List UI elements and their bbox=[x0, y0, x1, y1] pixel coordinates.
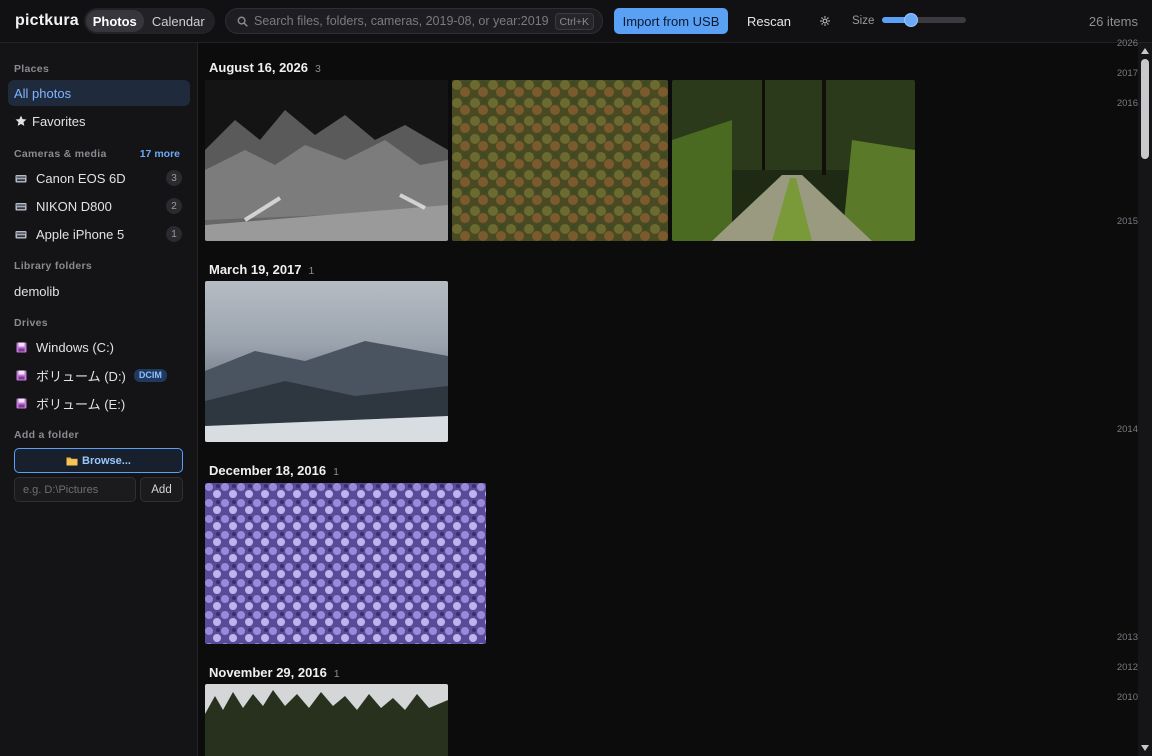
sidebar-item-label: NIKON D800 bbox=[36, 198, 112, 214]
photo-pine-treeline-image bbox=[205, 684, 448, 756]
items-count: 26 items bbox=[1088, 14, 1138, 29]
photo-thumbnail[interactable] bbox=[672, 80, 915, 241]
sidebar-item-drive-d[interactable]: ボリューム (D:) DCIM bbox=[8, 362, 190, 388]
size-slider-thumb[interactable] bbox=[904, 13, 919, 27]
timeline-year[interactable]: 2016 bbox=[1117, 98, 1138, 109]
drive-icon bbox=[14, 340, 28, 354]
search-icon bbox=[236, 15, 248, 27]
app-logo: pictkura bbox=[15, 12, 79, 29]
day-group-count: 1 bbox=[308, 265, 315, 277]
day-group-date: March 19, 2017 bbox=[209, 262, 302, 277]
size-slider[interactable] bbox=[882, 13, 966, 27]
day-group-date: August 16, 2026 bbox=[209, 60, 308, 75]
day-group-header: August 16, 2026 3 bbox=[209, 60, 321, 75]
browse-folder-button[interactable]: Browse... bbox=[14, 448, 183, 473]
sidebar-item-label: Apple iPhone 5 bbox=[36, 226, 125, 242]
timeline-year[interactable]: 2014 bbox=[1117, 424, 1138, 435]
day-group-date: December 18, 2016 bbox=[209, 463, 327, 478]
day-group-header: December 18, 2016 1 bbox=[209, 463, 339, 478]
timeline-year[interactable]: 2017 bbox=[1117, 68, 1138, 79]
day-group-count: 3 bbox=[315, 63, 321, 75]
sidebar-item-label: Favorites bbox=[32, 113, 86, 129]
sidebar-item-label: ボリューム (E:) bbox=[36, 396, 126, 412]
sidebar-item-nikon-d800[interactable]: NIKON D800 2 bbox=[8, 193, 190, 219]
camera-count-badge: 3 bbox=[166, 170, 182, 186]
camera-count-badge: 1 bbox=[166, 226, 182, 242]
cameras-more-link[interactable]: 17 more bbox=[140, 148, 180, 160]
photo-night-forest-image bbox=[205, 80, 448, 241]
folder-path-input[interactable] bbox=[14, 477, 136, 502]
tab-calendar[interactable]: Calendar bbox=[144, 10, 213, 32]
gear-icon[interactable] bbox=[816, 12, 834, 30]
sidebar-item-canon-eos-6d[interactable]: Canon EOS 6D 3 bbox=[8, 165, 190, 191]
photo-thumbnail[interactable] bbox=[205, 281, 448, 442]
tab-photos[interactable]: Photos bbox=[86, 10, 144, 32]
top-bar: pictkura Photos Calendar Ctrl+K Import f… bbox=[0, 0, 1152, 43]
scrollbar-thumb[interactable] bbox=[1141, 59, 1149, 159]
folder-icon bbox=[66, 456, 78, 466]
app-window: pictkura Photos Calendar Ctrl+K Import f… bbox=[0, 0, 1152, 756]
camera-icon bbox=[14, 227, 28, 241]
camera-count-badge: 2 bbox=[166, 198, 182, 214]
photo-thumbnail[interactable] bbox=[452, 80, 668, 241]
sidebar-item-favorites[interactable]: Favorites bbox=[8, 108, 190, 134]
drive-icon bbox=[14, 368, 28, 382]
photo-thumbnail[interactable] bbox=[205, 80, 448, 241]
view-toggle: Photos Calendar bbox=[84, 8, 215, 34]
timeline-year[interactable]: 2010 bbox=[1117, 692, 1138, 703]
timeline-year[interactable]: 2026 bbox=[1117, 38, 1138, 49]
day-group-date: November 29, 2016 bbox=[209, 665, 327, 680]
section-title-cameras: Cameras & media bbox=[14, 148, 107, 160]
sidebar-item-drive-e[interactable]: ボリューム (E:) bbox=[8, 390, 190, 416]
dcim-badge: DCIM bbox=[133, 368, 167, 382]
sidebar: Places All photos Favorites Cameras & me… bbox=[0, 43, 198, 756]
scrollbar[interactable] bbox=[1138, 43, 1152, 756]
day-group-count: 1 bbox=[333, 466, 339, 478]
scroll-up-arrow-icon[interactable] bbox=[1140, 46, 1150, 56]
camera-icon bbox=[14, 171, 28, 185]
search-input[interactable] bbox=[254, 14, 554, 28]
photo-forest-path-image bbox=[672, 80, 915, 241]
section-title-library: Library folders bbox=[14, 260, 93, 272]
search-shortcut-hint: Ctrl+K bbox=[554, 13, 594, 30]
browse-button-label: Browse... bbox=[82, 454, 131, 467]
rescan-button[interactable]: Rescan bbox=[744, 8, 794, 34]
photo-aerial-forest-image bbox=[452, 80, 668, 241]
photo-thumbnail[interactable] bbox=[205, 684, 448, 756]
search-box: Ctrl+K bbox=[225, 8, 603, 34]
sidebar-item-label: ボリューム (D:) bbox=[36, 368, 126, 384]
section-title-add-folder: Add a folder bbox=[14, 429, 79, 441]
sidebar-item-label: demolib bbox=[14, 283, 60, 299]
day-group-count: 1 bbox=[333, 668, 340, 680]
scroll-down-arrow-icon[interactable] bbox=[1140, 743, 1150, 753]
timeline-rail: 2026 2017 2016 2015 2014 2013 2012 2010 bbox=[1110, 38, 1138, 756]
sidebar-item-demolib[interactable]: demolib bbox=[8, 278, 190, 304]
photo-grid: August 16, 2026 3 March 19, 2017 1 Decem… bbox=[199, 43, 1138, 756]
sidebar-item-apple-iphone-5[interactable]: Apple iPhone 5 1 bbox=[8, 221, 190, 247]
drive-icon bbox=[14, 396, 28, 410]
import-usb-button[interactable]: Import from USB bbox=[614, 8, 728, 34]
photo-thumbnail[interactable] bbox=[205, 483, 486, 644]
photo-purple-forest-image bbox=[205, 483, 486, 644]
sidebar-item-label: Canon EOS 6D bbox=[36, 170, 126, 186]
photo-foggy-forest-image bbox=[205, 281, 448, 442]
sidebar-item-drive-c[interactable]: Windows (C:) bbox=[8, 334, 190, 360]
timeline-year[interactable]: 2013 bbox=[1117, 632, 1138, 643]
section-title-drives: Drives bbox=[14, 317, 48, 329]
timeline-year[interactable]: 2012 bbox=[1117, 662, 1138, 673]
size-label: Size bbox=[852, 15, 875, 27]
section-title-places: Places bbox=[14, 63, 50, 75]
sidebar-item-label: Windows (C:) bbox=[36, 339, 115, 355]
timeline-year[interactable]: 2015 bbox=[1117, 216, 1138, 227]
star-icon bbox=[14, 114, 28, 128]
sidebar-item-label: All photos bbox=[14, 85, 72, 101]
camera-icon bbox=[14, 199, 28, 213]
day-group-header: November 29, 2016 1 bbox=[209, 665, 340, 680]
sidebar-item-all-photos[interactable]: All photos bbox=[8, 80, 190, 106]
day-group-header: March 19, 2017 1 bbox=[209, 262, 314, 277]
add-folder-button[interactable]: Add bbox=[140, 477, 183, 502]
